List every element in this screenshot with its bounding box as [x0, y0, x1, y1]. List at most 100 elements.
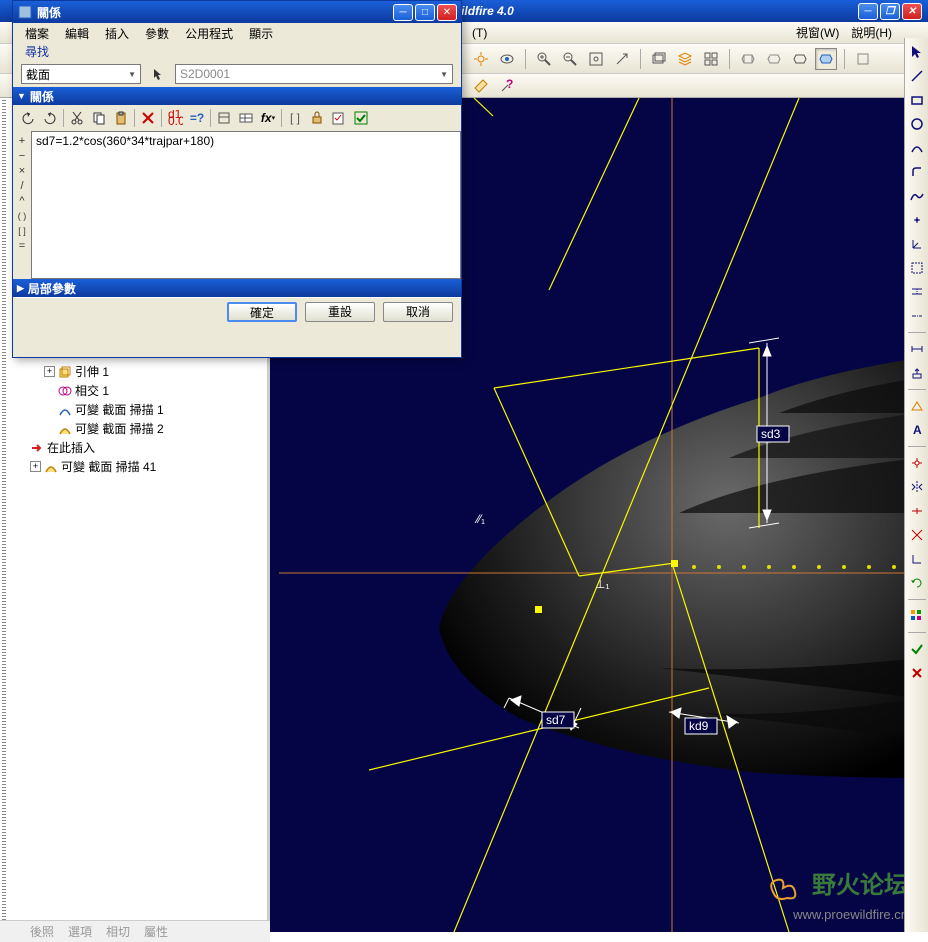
units-icon[interactable]: d10.0: [164, 107, 186, 129]
tree-item-intersect[interactable]: 相交 1: [14, 381, 263, 400]
zoom-out-icon[interactable]: [559, 48, 581, 70]
divide-icon[interactable]: [907, 501, 927, 521]
menu-window[interactable]: 視窗(W): [790, 22, 845, 43]
delete-segment-icon[interactable]: [907, 525, 927, 545]
tree-drag-handle[interactable]: [2, 98, 6, 932]
spin-center-icon[interactable]: [470, 48, 492, 70]
use-edge-icon[interactable]: [907, 258, 927, 278]
layers-icon[interactable]: [674, 48, 696, 70]
sort-icon[interactable]: [213, 107, 235, 129]
tree-item-extrude[interactable]: + 引伸 1: [14, 362, 263, 381]
done-icon[interactable]: [907, 639, 927, 659]
more-icon[interactable]: [852, 48, 874, 70]
view-manager-icon[interactable]: [700, 48, 722, 70]
dialog-maximize-button[interactable]: □: [415, 4, 435, 21]
delete-icon[interactable]: [137, 107, 159, 129]
object-select[interactable]: S2D0001 ▼: [175, 64, 453, 84]
orient-icon[interactable]: [611, 48, 633, 70]
tab-properties[interactable]: 屬性: [144, 923, 168, 940]
constraint-icon[interactable]: [907, 396, 927, 416]
app-minimize-button[interactable]: ─: [858, 3, 878, 20]
no-hidden-icon[interactable]: [789, 48, 811, 70]
ok-button[interactable]: 確定: [227, 302, 297, 322]
op-minus[interactable]: −: [14, 148, 30, 163]
dialog-minimize-button[interactable]: ─: [393, 4, 413, 21]
function-icon[interactable]: fx▾: [257, 107, 279, 129]
cancel-button[interactable]: 取消: [383, 302, 453, 322]
bracket-icon[interactable]: [ ]: [284, 107, 306, 129]
redo-icon[interactable]: [39, 107, 61, 129]
dim-label-sd3[interactable]: sd3: [757, 426, 789, 442]
provide-icon[interactable]: =?: [186, 107, 208, 129]
rectangle-icon[interactable]: [907, 90, 927, 110]
saved-views-icon[interactable]: [648, 48, 670, 70]
select-icon[interactable]: [907, 42, 927, 62]
dim-label-sd7[interactable]: sd7: [542, 712, 574, 728]
undo-icon[interactable]: [17, 107, 39, 129]
relations-section-header[interactable]: ▼ 關係: [13, 87, 461, 105]
wireframe-icon[interactable]: [737, 48, 759, 70]
fillet-icon[interactable]: [907, 162, 927, 182]
op-equals[interactable]: =: [14, 238, 30, 253]
local-params-section-header[interactable]: ▶ 局部參數: [13, 279, 461, 297]
menu-edit[interactable]: 編輯: [57, 23, 97, 44]
shaded-icon[interactable]: [815, 48, 837, 70]
tree-item-insert-here[interactable]: 在此插入: [14, 438, 263, 457]
op-brackets[interactable]: [ ]: [14, 223, 30, 238]
spline-icon[interactable]: [907, 186, 927, 206]
app-close-button[interactable]: ✕: [902, 3, 922, 20]
point-icon[interactable]: [907, 210, 927, 230]
offset-icon[interactable]: [907, 282, 927, 302]
arc-icon[interactable]: [907, 138, 927, 158]
paste-icon[interactable]: [110, 107, 132, 129]
zoom-fit-icon[interactable]: [585, 48, 607, 70]
expand-icon[interactable]: +: [44, 366, 55, 377]
menu-help[interactable]: 說明(H): [845, 22, 898, 43]
verify-icon[interactable]: [328, 107, 350, 129]
expand-icon[interactable]: +: [30, 461, 41, 472]
op-times[interactable]: ×: [14, 163, 30, 178]
dim-label-kd9[interactable]: kd9: [685, 718, 717, 734]
zoom-in-icon[interactable]: [533, 48, 555, 70]
datum-plane-icon[interactable]: [470, 75, 492, 97]
op-parens[interactable]: ( ): [14, 208, 30, 223]
menu-utils[interactable]: 公用程式: [177, 23, 241, 44]
menu-t[interactable]: (T): [466, 24, 493, 42]
menu-insert[interactable]: 插入: [97, 23, 137, 44]
relations-textarea[interactable]: [31, 131, 461, 279]
view-icon[interactable]: [496, 48, 518, 70]
trim-icon[interactable]: [907, 453, 927, 473]
tab-options[interactable]: 選項: [68, 923, 92, 940]
hidden-line-icon[interactable]: [763, 48, 785, 70]
scope-select[interactable]: 截面 ▼: [21, 64, 141, 84]
coord-icon[interactable]: [907, 234, 927, 254]
op-plus[interactable]: +: [14, 133, 30, 148]
tree-item-sweep1[interactable]: 可變 截面 掃描 1: [14, 400, 263, 419]
op-power[interactable]: ^: [14, 193, 30, 208]
menu-show[interactable]: 顯示: [241, 23, 281, 44]
params-icon[interactable]: [235, 107, 257, 129]
help-icon[interactable]: ?: [496, 75, 518, 97]
palette-icon[interactable]: [907, 606, 927, 626]
copy-icon[interactable]: [88, 107, 110, 129]
app-restore-button[interactable]: ❐: [880, 3, 900, 20]
menu-file[interactable]: 檔案: [17, 23, 57, 44]
cancel-icon[interactable]: [907, 663, 927, 683]
tab-tangent[interactable]: 相切: [106, 923, 130, 940]
op-divide[interactable]: /: [14, 178, 30, 193]
model-tree[interactable]: + 引伸 1 相交 1 可變 截面 掃描 1 可變 截面: [0, 358, 267, 480]
dimension-icon[interactable]: [907, 339, 927, 359]
corner-icon[interactable]: [907, 549, 927, 569]
tree-item-sweep2[interactable]: 可變 截面 掃描 2: [14, 419, 263, 438]
rotate-icon[interactable]: [907, 573, 927, 593]
pick-icon[interactable]: [147, 63, 169, 85]
menu-params[interactable]: 參數: [137, 23, 177, 44]
mirror-icon[interactable]: [907, 477, 927, 497]
cut-icon[interactable]: [66, 107, 88, 129]
line-icon[interactable]: [907, 66, 927, 86]
tree-item-sweep41[interactable]: + 可變 截面 掃描 41: [14, 457, 263, 476]
text-icon[interactable]: A: [907, 420, 927, 440]
dialog-titlebar[interactable]: 關係 ─ □ ✕: [13, 1, 461, 23]
execute-icon[interactable]: [350, 107, 372, 129]
centerline-icon[interactable]: [907, 306, 927, 326]
